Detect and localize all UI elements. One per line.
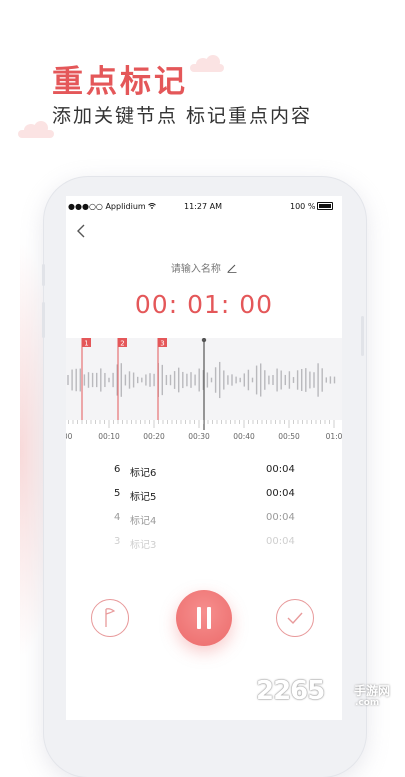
waveform-timeline[interactable]: 1 2 3 0:00 00:10 00:20 00:30 00:40 00:50 01:0	[66, 338, 342, 444]
time-tick-label: 00:10	[98, 432, 120, 441]
back-button[interactable]	[76, 222, 86, 243]
watermark-cn: 手游网	[354, 684, 391, 698]
phone-screen: ●●●○○ Applidium 11:27 AM 100 % 请输入名称 00:…	[66, 196, 342, 720]
phone-side-button	[42, 302, 45, 338]
mark-index: 3	[114, 536, 121, 547]
pause-bar-left	[197, 607, 201, 629]
mark-label: 标记4	[130, 516, 157, 527]
pause-button[interactable]	[176, 590, 232, 646]
playhead-knob	[201, 338, 207, 343]
time-tick-label: 00:30	[188, 432, 210, 441]
time-tick-label: 00:20	[143, 432, 165, 441]
mark-duration: 00:04	[266, 512, 295, 523]
time-tick-label: 00:50	[278, 432, 300, 441]
back-chevron-icon	[77, 224, 85, 238]
mark-row[interactable]: 4 标记4 00:04	[66, 512, 342, 532]
mark-flag-number: 1	[84, 340, 88, 348]
time-tick-label: 01:0	[326, 432, 342, 441]
cloud-decoration	[18, 121, 54, 138]
watermark-domain: .com	[355, 698, 380, 708]
promo-headline: 重点标记	[52, 64, 188, 100]
mark-row[interactable]: 6 标记6 00:04	[66, 464, 342, 484]
battery-text: 100 %	[290, 202, 316, 211]
recording-name-field[interactable]: 请输入名称	[66, 260, 342, 275]
mark-duration: 00:04	[266, 536, 295, 547]
mark-index: 6	[114, 464, 121, 475]
carrier-text: ●●●○○ Applidium	[68, 202, 146, 211]
mark-flag-number: 2	[120, 340, 124, 348]
mark-flag-number: 3	[160, 340, 164, 348]
mark-label: 标记5	[130, 492, 157, 503]
status-carrier: ●●●○○ Applidium	[68, 202, 157, 211]
mark-duration: 00:04	[266, 488, 295, 499]
status-bar: ●●●○○ Applidium 11:27 AM 100 %	[66, 202, 342, 216]
time-tick-label: 0:00	[66, 432, 73, 441]
checkmark-icon	[287, 612, 303, 625]
pencil-icon	[227, 264, 237, 273]
mark-index: 4	[114, 512, 121, 523]
finish-button[interactable]	[276, 599, 314, 637]
add-mark-button[interactable]	[91, 599, 129, 637]
mark-row[interactable]: 3 标记3 00:04	[66, 536, 342, 556]
flag-icon	[105, 608, 116, 627]
recording-name-placeholder: 请输入名称	[170, 264, 221, 275]
wifi-icon	[148, 203, 157, 209]
battery-icon	[317, 202, 334, 210]
status-time: 11:27 AM	[184, 202, 222, 211]
elapsed-timer: 00: 01: 00	[134, 290, 274, 319]
mark-label: 标记3	[130, 540, 157, 551]
promo-subline: 添加关键节点 标记重点内容	[52, 105, 313, 127]
pause-bar-right	[207, 607, 211, 629]
cloud-decoration	[190, 55, 224, 72]
mark-row[interactable]: 5 标记5 00:04	[66, 488, 342, 508]
mark-index: 5	[114, 488, 121, 499]
watermark-number: 2265	[256, 676, 325, 706]
time-tick-label: 00:40	[233, 432, 255, 441]
phone-side-button	[42, 264, 45, 286]
status-battery: 100 %	[290, 202, 334, 211]
mark-duration: 00:04	[266, 464, 295, 475]
phone-side-button	[361, 316, 364, 356]
mark-label: 标记6	[130, 468, 157, 479]
